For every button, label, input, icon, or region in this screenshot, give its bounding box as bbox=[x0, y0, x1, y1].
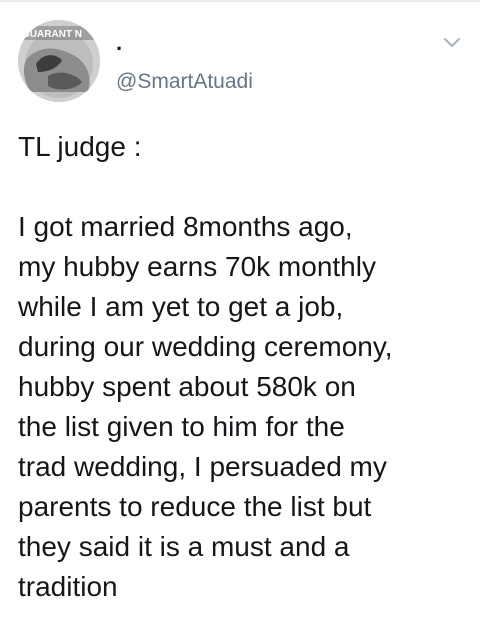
avatar-caption: GUARANT N bbox=[22, 29, 82, 40]
user-handle[interactable]: @SmartAtuadi bbox=[116, 70, 253, 94]
tweet-line: they said it is a must and a bbox=[18, 531, 350, 562]
chevron-down-icon[interactable] bbox=[440, 30, 464, 54]
tweet-text: TL judge : I got married 8months ago, my… bbox=[18, 127, 468, 607]
tweet-line: tradition bbox=[18, 571, 118, 602]
tweet-title: TL judge : bbox=[18, 131, 142, 162]
tweet-line: trad wedding, I persuaded my bbox=[18, 451, 387, 482]
avatar-image: GUARANT N bbox=[18, 20, 100, 102]
tweet-line: during our wedding ceremony, bbox=[18, 331, 393, 362]
tweet-line: while I am yet to get a job, bbox=[18, 291, 344, 322]
tweet-line: I got married 8months ago, bbox=[18, 211, 353, 242]
display-name[interactable]: . bbox=[116, 30, 122, 56]
tweet-line: hubby spent about 580k on bbox=[18, 371, 356, 402]
top-divider bbox=[0, 0, 480, 2]
tweet-line: parents to reduce the list but bbox=[18, 491, 372, 522]
tweet-line: the list given to him for the bbox=[18, 411, 345, 442]
avatar[interactable]: GUARANT N bbox=[18, 20, 100, 102]
tweet-line: my hubby earns 70k monthly bbox=[18, 251, 376, 282]
